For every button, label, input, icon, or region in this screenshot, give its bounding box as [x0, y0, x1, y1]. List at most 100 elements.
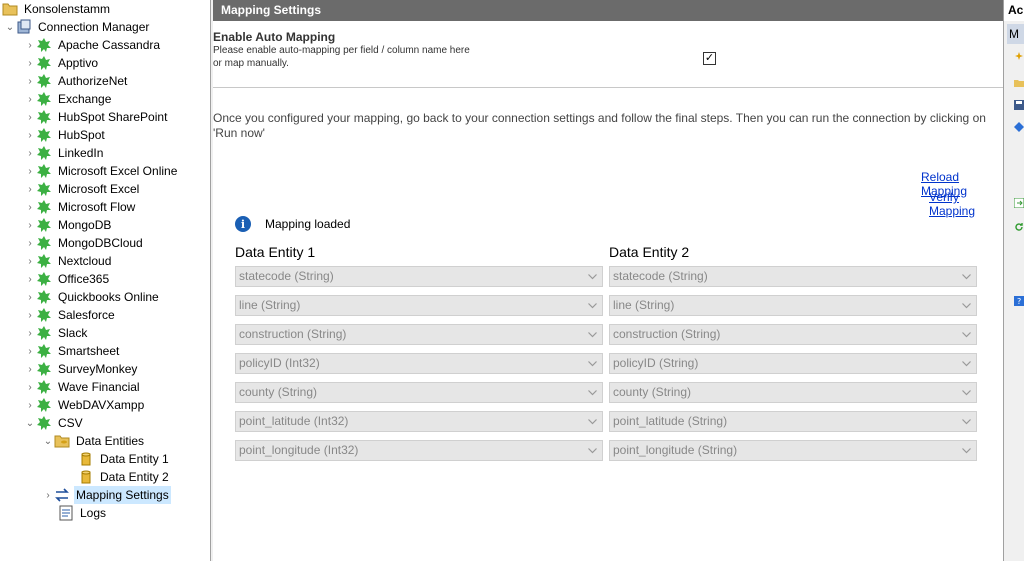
tree-item-connector[interactable]: › Wave Financial: [24, 378, 142, 396]
diamond-icon[interactable]: [1014, 122, 1024, 132]
tree-root[interactable]: Konsolenstamm: [2, 0, 112, 18]
tree-item-connector[interactable]: › Office365: [24, 270, 111, 288]
mapping-dropdown-entity-2[interactable]: policyID (String): [609, 353, 977, 374]
mapping-dropdown-entity-1[interactable]: statecode (String): [235, 266, 603, 287]
export-icon[interactable]: [1014, 198, 1024, 208]
mapping-dropdown-entity-1[interactable]: point_latitude (Int32): [235, 411, 603, 432]
chevron-right-icon[interactable]: ›: [24, 234, 36, 252]
tree-item-connector[interactable]: › Quickbooks Online: [24, 288, 161, 306]
mapping-dropdown-entity-2[interactable]: statecode (String): [609, 266, 977, 287]
chevron-down-icon[interactable]: [960, 267, 972, 286]
chevron-right-icon[interactable]: ›: [24, 90, 36, 108]
tree-item-logs[interactable]: Logs: [58, 504, 108, 522]
tree-item-data-entities[interactable]: ⌄ Data Entities: [42, 432, 146, 450]
tree-item-connector[interactable]: › Smartsheet: [24, 342, 121, 360]
chevron-right-icon[interactable]: ›: [24, 252, 36, 270]
chevron-down-icon[interactable]: [586, 296, 598, 315]
mapping-dropdown-entity-2[interactable]: line (String): [609, 295, 977, 316]
connector-icon: [36, 127, 52, 143]
refresh-icon[interactable]: [1014, 222, 1024, 232]
tree-item-connector[interactable]: › Salesforce: [24, 306, 117, 324]
mapping-dropdown-entity-2[interactable]: construction (String): [609, 324, 977, 345]
tree-item-label: HubSpot SharePoint: [58, 110, 168, 124]
chevron-down-icon[interactable]: [960, 383, 972, 402]
chevron-right-icon[interactable]: ›: [24, 198, 36, 216]
chevron-right-icon[interactable]: ›: [24, 306, 36, 324]
tree-item-mapping-settings[interactable]: › Mapping Settings: [42, 486, 171, 504]
chevron-right-icon[interactable]: ›: [42, 486, 54, 504]
column-header-entity-2: Data Entity 2: [609, 244, 690, 260]
chevron-right-icon[interactable]: ›: [24, 378, 36, 396]
tree-item-connection-manager[interactable]: ⌄ Connection Manager: [4, 18, 151, 36]
tree-item-connector[interactable]: › LinkedIn: [24, 144, 105, 162]
tree-item-label: Apache Cassandra: [58, 38, 161, 52]
chevron-right-icon[interactable]: ›: [24, 270, 36, 288]
connector-icon: [36, 37, 52, 53]
tree-item-connector[interactable]: › Microsoft Excel: [24, 180, 141, 198]
chevron-right-icon[interactable]: ›: [24, 342, 36, 360]
mapping-dropdown-entity-2[interactable]: county (String): [609, 382, 977, 403]
actions-tab[interactable]: M: [1007, 24, 1024, 44]
chevron-down-icon[interactable]: [960, 296, 972, 315]
new-icon[interactable]: [1014, 52, 1024, 62]
chevron-right-icon[interactable]: ›: [24, 144, 36, 162]
chevron-right-icon[interactable]: ›: [24, 108, 36, 126]
chevron-down-icon[interactable]: [960, 325, 972, 344]
mapping-dropdown-entity-2[interactable]: point_latitude (String): [609, 411, 977, 432]
chevron-down-icon[interactable]: [586, 267, 598, 286]
tree-item-label: Apptivo: [58, 56, 99, 70]
tree-item-connector[interactable]: › Nextcloud: [24, 252, 113, 270]
chevron-down-icon[interactable]: ⌄: [4, 18, 16, 36]
chevron-right-icon[interactable]: ›: [24, 396, 36, 414]
tree-item-data-entity-2[interactable]: Data Entity 2: [78, 468, 171, 486]
chevron-down-icon[interactable]: [960, 412, 972, 431]
tree-item-connector[interactable]: › Exchange: [24, 90, 113, 108]
chevron-down-icon[interactable]: [586, 412, 598, 431]
chevron-right-icon[interactable]: ›: [24, 162, 36, 180]
mapping-dropdown-entity-1[interactable]: line (String): [235, 295, 603, 316]
tree-item-data-entity-1[interactable]: Data Entity 1: [78, 450, 171, 468]
chevron-down-icon[interactable]: [586, 325, 598, 344]
verify-mapping-link[interactable]: Verify Mapping: [929, 190, 1003, 218]
chevron-right-icon[interactable]: ›: [24, 54, 36, 72]
chevron-down-icon[interactable]: [586, 383, 598, 402]
chevron-right-icon[interactable]: ›: [24, 72, 36, 90]
tree-item-connector[interactable]: › MongoDB: [24, 216, 113, 234]
open-folder-icon[interactable]: [1014, 78, 1024, 88]
mapping-dropdown-entity-1[interactable]: construction (String): [235, 324, 603, 345]
chevron-down-icon[interactable]: [586, 441, 598, 460]
chevron-down-icon[interactable]: ⌄: [42, 432, 54, 450]
tree-item-connector[interactable]: › WebDAVXampp: [24, 396, 146, 414]
tree-item-connector[interactable]: › HubSpot: [24, 126, 107, 144]
help-icon[interactable]: ?: [1014, 296, 1024, 306]
chevron-right-icon[interactable]: ›: [24, 180, 36, 198]
tree-item-connector[interactable]: › Apptivo: [24, 54, 100, 72]
mapping-dropdown-entity-1[interactable]: county (String): [235, 382, 603, 403]
chevron-down-icon[interactable]: [960, 441, 972, 460]
chevron-down-icon[interactable]: [586, 354, 598, 373]
tree-item-connector[interactable]: › SurveyMonkey: [24, 360, 139, 378]
tree-item-connector[interactable]: › Slack: [24, 324, 89, 342]
connector-icon: [36, 379, 52, 395]
chevron-right-icon[interactable]: ›: [24, 36, 36, 54]
mapping-dropdown-entity-1[interactable]: policyID (Int32): [235, 353, 603, 374]
tree-item-connector[interactable]: › Microsoft Flow: [24, 198, 137, 216]
chevron-right-icon[interactable]: ›: [24, 288, 36, 306]
chevron-right-icon[interactable]: ›: [24, 324, 36, 342]
tree-item-connector[interactable]: › Apache Cassandra: [24, 36, 162, 54]
chevron-down-icon[interactable]: [960, 354, 972, 373]
mapping-dropdown-entity-2[interactable]: point_longitude (String): [609, 440, 977, 461]
tree-item-csv[interactable]: ⌄ CSV: [24, 414, 85, 432]
save-icon[interactable]: [1014, 100, 1024, 110]
tree-item-connector[interactable]: › MongoDBCloud: [24, 234, 145, 252]
tree-item-connector[interactable]: › HubSpot SharePoint: [24, 108, 169, 126]
tree-item-connector[interactable]: › AuthorizeNet: [24, 72, 129, 90]
database-icon: [78, 469, 94, 485]
tree-item-connector[interactable]: › Microsoft Excel Online: [24, 162, 179, 180]
auto-mapping-checkbox[interactable]: ✓: [703, 52, 716, 65]
chevron-right-icon[interactable]: ›: [24, 360, 36, 378]
chevron-right-icon[interactable]: ›: [24, 216, 36, 234]
chevron-down-icon[interactable]: ⌄: [24, 414, 36, 432]
chevron-right-icon[interactable]: ›: [24, 126, 36, 144]
mapping-dropdown-entity-1[interactable]: point_longitude (Int32): [235, 440, 603, 461]
